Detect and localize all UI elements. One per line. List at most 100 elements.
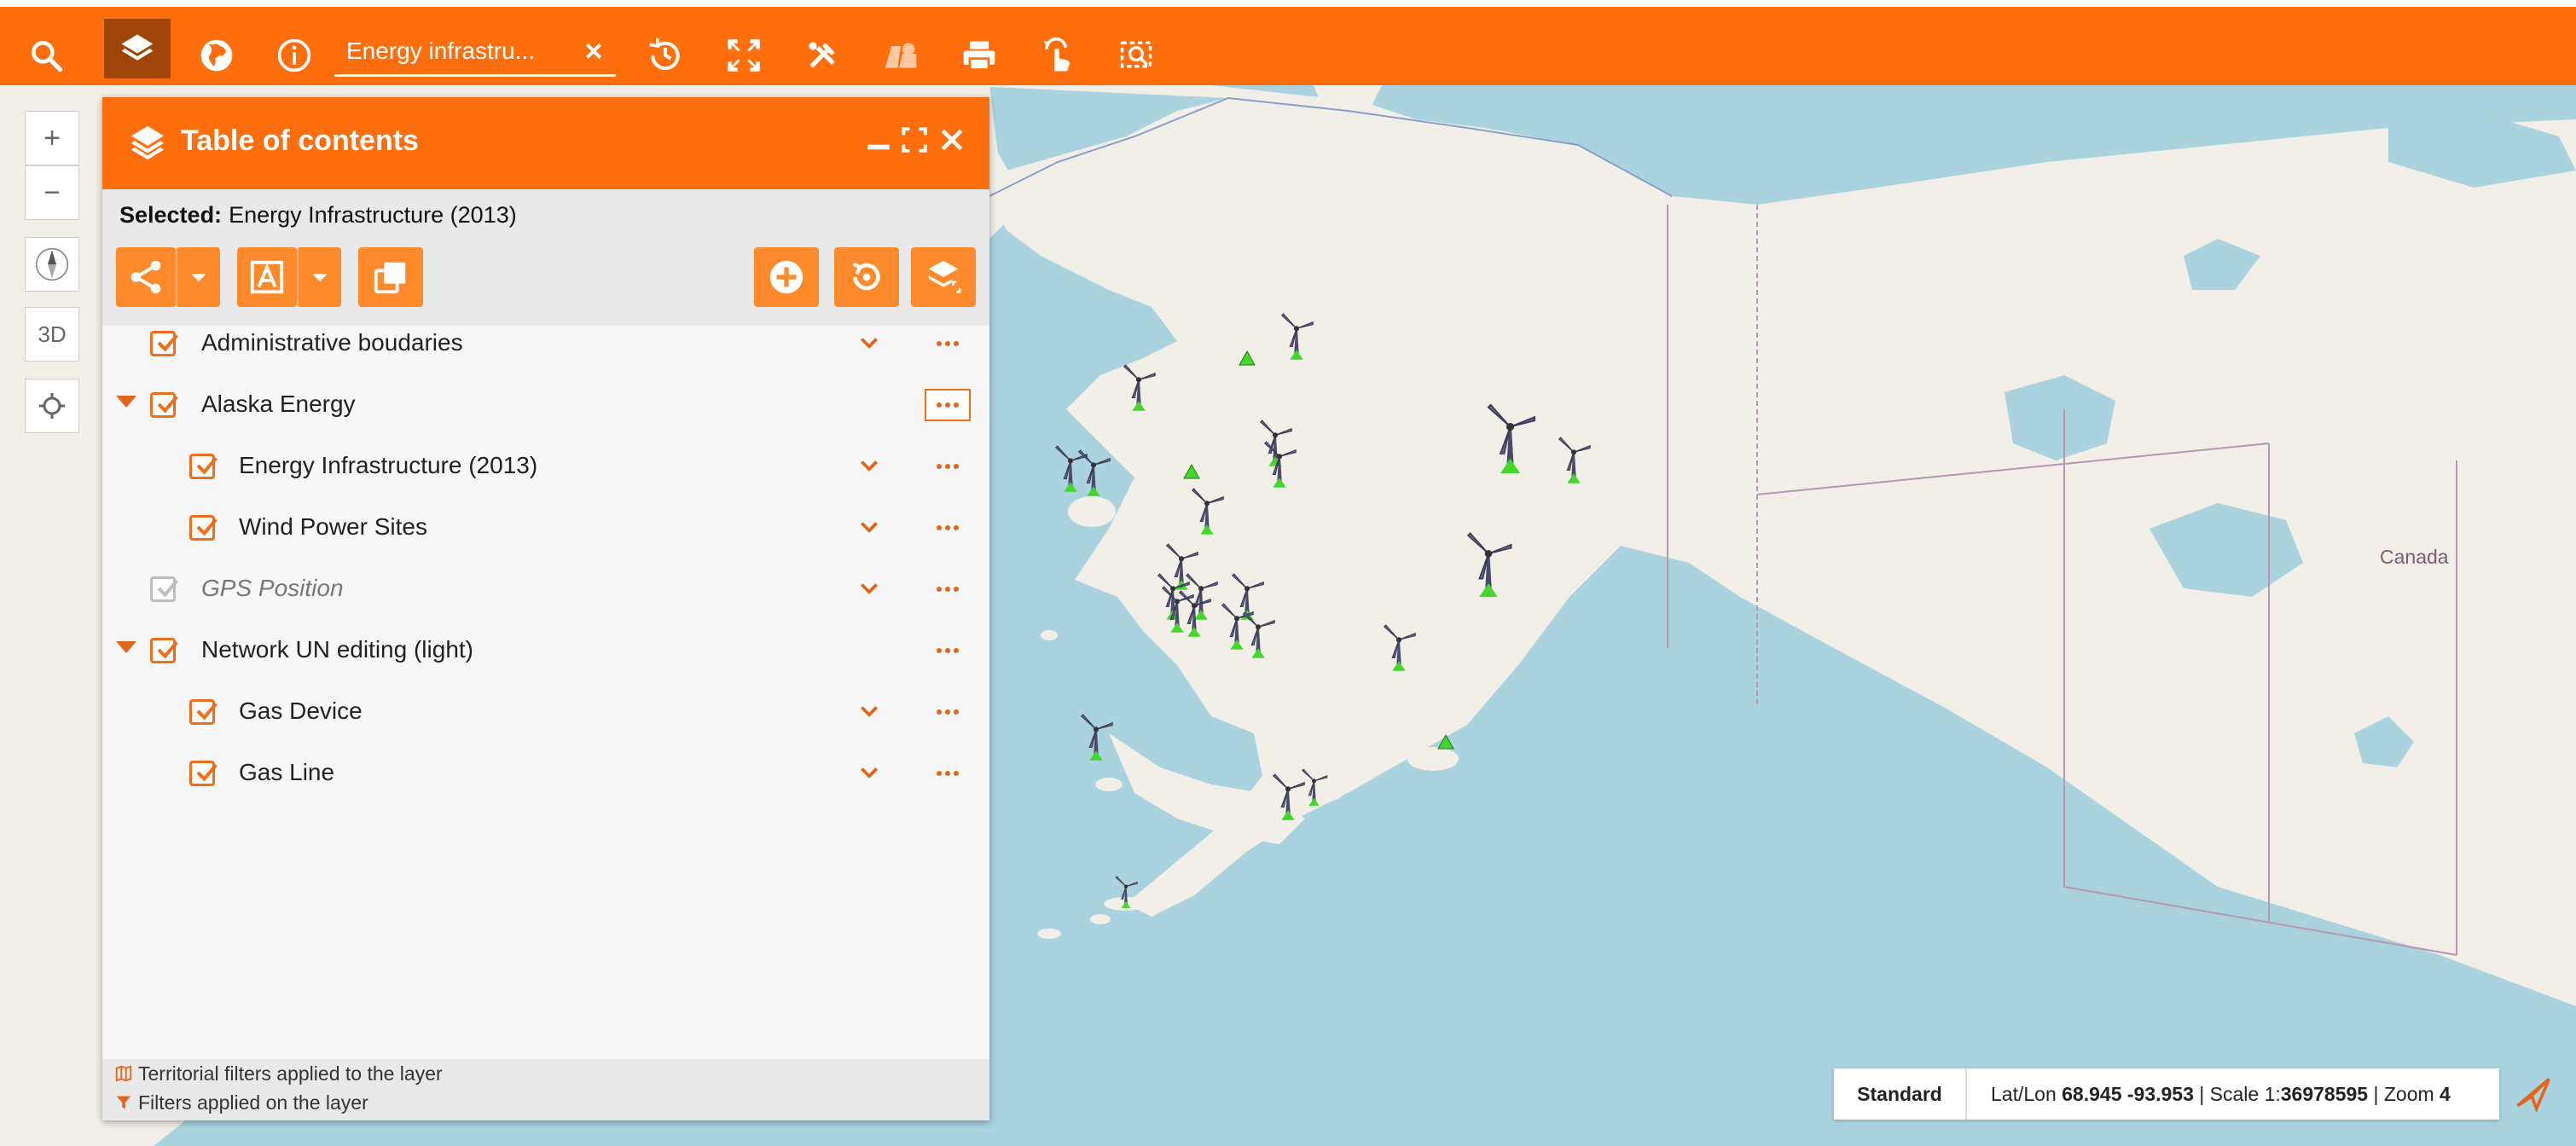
layer-search-field[interactable]: × [334,26,616,77]
layer-row[interactable]: Gas Device [102,682,989,744]
share-button[interactable] [116,247,176,307]
layer-row[interactable]: Energy Infrastructure (2013) [102,437,989,498]
map-layers-button[interactable] [870,26,931,85]
territory-filter-icon [115,1065,132,1082]
wind-turbine-icon[interactable] [1461,529,1516,597]
chevron-down-icon[interactable] [856,455,882,478]
layer-label[interactable]: Wind Power Sites [239,513,427,541]
compass-button[interactable] [25,237,79,292]
basemap-mode-button[interactable]: Standard [1834,1068,1967,1120]
layer-row[interactable]: Gas Line [102,744,989,805]
send-icon[interactable] [2515,1074,2552,1112]
filter-icon [116,1096,131,1109]
locate-button[interactable] [25,379,79,433]
layer-checkbox[interactable] [150,638,178,663]
layer-label[interactable]: Energy Infrastructure (2013) [239,452,537,479]
layer-group-row[interactable]: Alaska Energy [102,375,989,437]
close-button[interactable] [935,123,969,157]
more-options-button[interactable] [926,454,969,479]
wind-turbine-icon[interactable] [1481,400,1540,474]
print-button[interactable] [949,26,1010,85]
label-button[interactable] [237,247,297,307]
chevron-down-icon [191,274,206,281]
layer-checkbox[interactable] [189,761,218,786]
checkmark-icon [157,395,178,414]
layer-checkbox[interactable] [189,515,218,541]
share-dropdown-button[interactable] [176,247,220,307]
wind-turbine-icon[interactable] [1112,874,1140,908]
selected-label: Selected: [119,202,223,228]
add-layer-button[interactable] [754,247,819,307]
map-label-canada: Canada [2380,546,2449,568]
chevron-down-icon[interactable] [856,762,882,784]
wind-turbine-icon[interactable] [1379,622,1419,672]
collapse-icon[interactable] [116,396,136,408]
zoom-out-button[interactable]: − [25,165,79,220]
reset-button[interactable] [834,247,899,307]
chevron-down-icon[interactable] [856,578,882,600]
layers-button[interactable] [104,19,171,78]
layer-checkbox[interactable] [150,331,178,356]
layer-search-input[interactable] [346,34,560,68]
wind-turbine-icon[interactable] [1239,609,1278,659]
layer-row[interactable]: Administrative boudaries [102,314,989,375]
minimize-button[interactable] [862,123,896,157]
fullscreen-button[interactable] [713,26,775,85]
zoom-in-button[interactable]: + [25,111,79,165]
wind-turbine-icon[interactable] [1074,447,1113,497]
more-options-button[interactable] [926,576,969,602]
more-options-button[interactable] [926,331,969,356]
wind-turbine-icon[interactable] [1298,767,1330,807]
label-dropdown-button[interactable] [297,247,341,307]
layer-label[interactable]: Network UN editing (light) [201,636,473,663]
more-options-button[interactable] [926,761,969,786]
layer-label[interactable]: Alaska Energy [201,391,356,418]
layer-label[interactable]: GPS Position [201,575,344,602]
more-options-button[interactable] [926,638,969,663]
wind-turbine-icon[interactable] [1119,362,1158,412]
layer-row[interactable]: GPS Position [102,559,989,621]
layer-label[interactable]: Gas Device [239,697,363,725]
duplicate-button[interactable] [358,247,423,307]
layer-label[interactable]: Gas Line [239,759,334,786]
wind-turbine-icon[interactable] [1554,434,1593,484]
layer-checkbox[interactable] [150,576,178,602]
layer-checkbox[interactable] [189,454,218,479]
history-button[interactable] [635,26,696,85]
latlon-label: Lat/Lon [1991,1082,2057,1105]
wind-turbine-icon[interactable] [1175,587,1214,638]
wind-turbine-icon[interactable] [1277,310,1316,361]
select-area-button[interactable] [1105,26,1167,85]
fullscreen-icon [728,39,760,72]
layer-checkbox[interactable] [189,699,218,725]
maximize-button[interactable] [897,123,931,157]
tools-button[interactable] [792,26,853,85]
3d-toggle-button[interactable]: 3D [25,307,79,362]
chevron-down-icon[interactable] [856,333,882,355]
wind-turbine-icon[interactable] [1260,438,1299,489]
info-icon [277,38,311,72]
infrastructure-marker-icon[interactable] [1239,350,1256,366]
touch-button[interactable] [1027,26,1088,85]
info-button[interactable] [264,26,325,85]
collapse-icon[interactable] [116,641,136,653]
more-options-button[interactable] [925,389,971,421]
search-button[interactable] [15,26,77,85]
wind-turbine-icon[interactable] [1187,485,1227,535]
layer-group-row[interactable]: Network UN editing (light) [102,621,989,682]
clear-search-icon[interactable]: × [577,34,611,68]
table-of-contents-panel: Table of contents Selected: Energy Infras… [102,97,989,1120]
expand-layers-button[interactable] [911,247,976,307]
layer-checkbox[interactable] [150,392,178,418]
more-options-button[interactable] [926,699,969,725]
layer-row[interactable]: Wind Power Sites [102,498,989,559]
chevron-down-icon[interactable] [856,701,882,723]
infrastructure-marker-icon[interactable] [1437,734,1454,750]
more-options-button[interactable] [926,515,969,541]
wind-turbine-icon[interactable] [1076,711,1116,761]
infrastructure-marker-icon[interactable] [1183,464,1200,479]
print-icon [963,41,995,71]
chevron-down-icon[interactable] [856,517,882,539]
globe-button[interactable] [186,26,247,85]
layer-label[interactable]: Administrative boudaries [201,329,463,356]
